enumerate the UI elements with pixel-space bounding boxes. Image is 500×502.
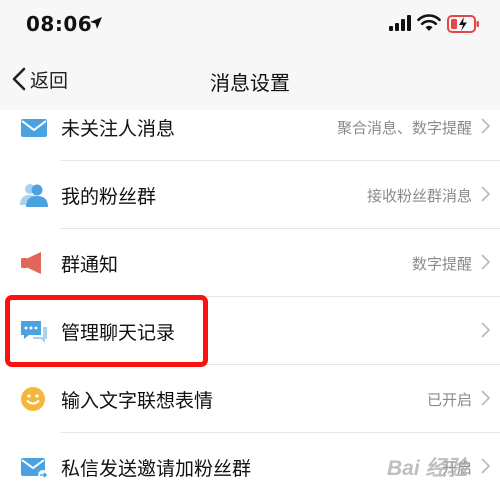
chevron-right-icon [481,390,490,406]
smiley-icon [21,387,45,411]
list-item-label: 私信发送邀请加粉丝群 [61,458,252,480]
list-item-label: 我的粉丝群 [61,186,157,208]
list-item-detail: 已开启 [426,391,472,409]
list-item-label: 管理聊天记录 [61,322,176,344]
status-time: 08:06 [26,12,93,36]
status-bar: 08:06 [0,0,500,48]
settings-list: 未关注人消息 聚合消息、数字提醒 我的粉丝群 接收粉丝群消息 群通知 数字提醒 [0,110,500,502]
mail-icon [21,119,47,137]
chat-icon [21,321,47,343]
battery-charging-icon [447,15,479,33]
list-item-detail: 数字提醒 [411,255,472,273]
list-item-manage-chat-history[interactable]: 管理聊天记录 [0,297,500,365]
people-icon [20,184,48,207]
list-item-fan-group[interactable]: 我的粉丝群 接收粉丝群消息 [0,161,500,229]
chevron-right-icon [481,458,490,474]
watermark-text: Bai 经验 [387,457,468,480]
chevron-right-icon [481,254,490,270]
list-item-group-notice[interactable]: 群通知 数字提醒 [0,229,500,297]
list-item-unfollowed-messages[interactable]: 未关注人消息 聚合消息、数字提醒 [0,93,500,161]
list-item-detail: 聚合消息、数字提醒 [336,119,472,137]
speaker-icon [21,252,41,274]
list-item-detail: 接收粉丝群消息 [366,187,472,205]
chevron-right-icon [481,322,490,338]
list-item-emoji-suggestions[interactable]: 输入文字联想表情 已开启 [0,365,500,433]
location-arrow-icon [90,17,102,29]
list-item-label: 输入文字联想表情 [61,390,214,412]
chevron-right-icon [481,118,490,134]
mail-share-icon [21,458,48,480]
cellular-signal-icon [389,15,411,31]
list-item-label: 未关注人消息 [61,118,176,140]
list-item-label: 群通知 [61,254,119,276]
page-title: 消息设置 [210,71,290,95]
wifi-icon [417,14,441,31]
chevron-right-icon [481,186,490,202]
